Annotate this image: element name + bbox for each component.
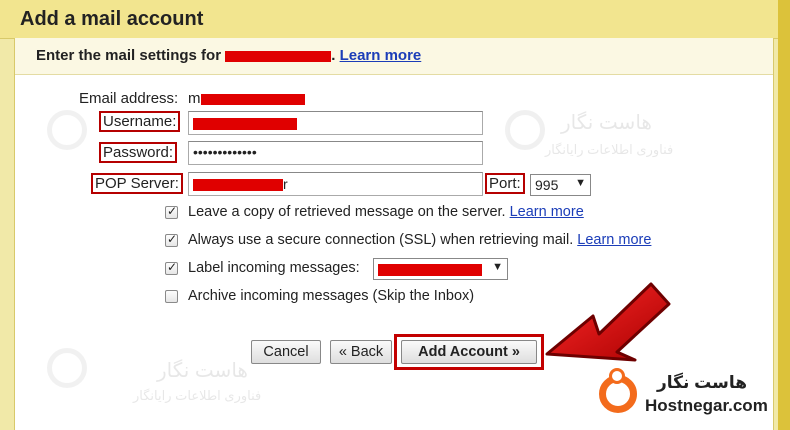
- settings-subheader: Enter the mail settings for . Learn more: [15, 38, 773, 75]
- dialog-header: Add a mail account: [0, 0, 778, 39]
- label-incoming-option: Label incoming messages:: [188, 260, 360, 276]
- chevron-down-icon: ▼: [492, 261, 503, 273]
- dialog-window: Add a mail account Enter the mail settin…: [0, 0, 790, 430]
- archive-option: Archive incoming messages (Skip the Inbo…: [188, 288, 475, 304]
- pop-server-field[interactable]: r: [188, 172, 483, 196]
- leave-copy-checkbox[interactable]: ✓: [165, 204, 178, 219]
- dialog-title: Add a mail account: [20, 8, 204, 30]
- check-icon: ✓: [167, 204, 178, 218]
- port-select[interactable]: 995 ▼: [530, 174, 591, 196]
- check-icon: ✓: [167, 260, 178, 274]
- brand-logo-dot: [609, 368, 625, 384]
- password-label: Password:: [99, 142, 178, 163]
- check-icon: ✓: [167, 232, 178, 246]
- cancel-button[interactable]: Cancel: [251, 340, 321, 364]
- pop-server-label: POP Server:: [91, 173, 183, 194]
- ssl-learn-more-link[interactable]: Learn more: [577, 232, 651, 248]
- label-select[interactable]: ▼: [373, 258, 508, 280]
- back-button[interactable]: « Back: [330, 340, 392, 364]
- email-address-label: Email address:: [79, 90, 179, 107]
- scrollbar[interactable]: [778, 0, 790, 430]
- username-field[interactable]: [188, 111, 483, 135]
- email-address-value: m: [188, 90, 305, 107]
- brand-name-fa: هاست نگار: [657, 373, 748, 392]
- leave-copy-learn-more-link[interactable]: Learn more: [510, 204, 584, 220]
- username-label: Username:: [99, 111, 181, 132]
- chevron-down-icon: ▼: [575, 177, 586, 189]
- dialog-body: Enter the mail settings for . Learn more…: [14, 38, 774, 430]
- redacted-email: [225, 50, 332, 62]
- port-label: Port:: [485, 173, 525, 194]
- subtitle-text: Enter the mail settings for: [36, 47, 222, 64]
- learn-more-link[interactable]: Learn more: [340, 47, 422, 64]
- brand-name-en: Hostnegar.com: [645, 396, 768, 415]
- password-field[interactable]: •••••••••••••: [188, 141, 483, 165]
- leave-copy-option: Leave a copy of retrieved message on the…: [188, 204, 584, 220]
- label-incoming-checkbox[interactable]: ✓: [165, 260, 178, 275]
- add-account-button[interactable]: Add Account »: [401, 340, 537, 364]
- archive-checkbox[interactable]: [165, 290, 178, 303]
- ssl-checkbox[interactable]: ✓: [165, 232, 178, 247]
- ssl-option: Always use a secure connection (SSL) whe…: [188, 232, 652, 248]
